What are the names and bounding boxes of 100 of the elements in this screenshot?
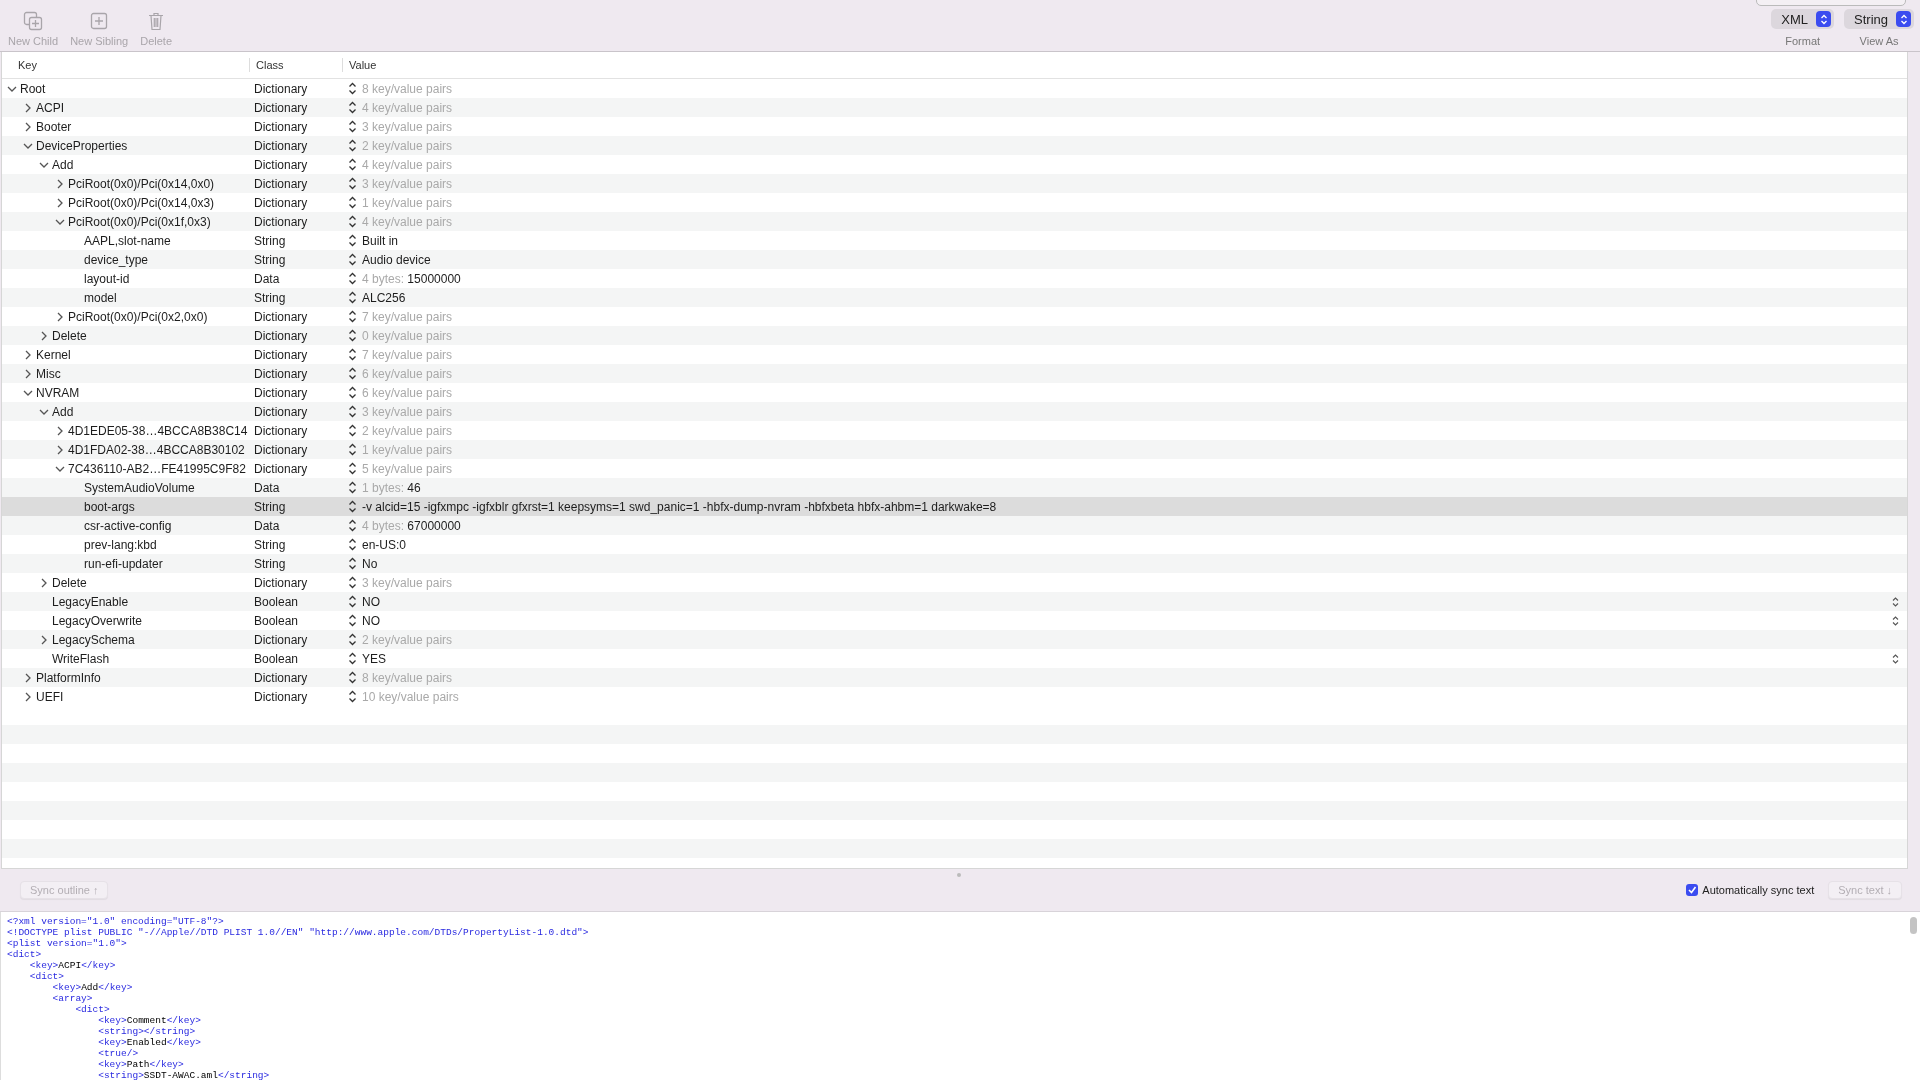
outline-row[interactable]: ACPI Dictionary 4 key/value pairs xyxy=(2,98,1907,117)
class-text: String xyxy=(254,556,286,571)
outline-row[interactable]: prev-lang:kbd String en-US:0 xyxy=(2,535,1907,554)
popup-button[interactable]: XML xyxy=(1771,9,1835,29)
chevron-right-icon[interactable] xyxy=(55,311,65,322)
outline-row[interactable]: PciRoot(0x0)/Pci(0x2,0x0) Dictionary 7 key/value pairs xyxy=(2,307,1907,326)
column-header[interactable]: Class xyxy=(249,58,342,72)
chevron-right-icon[interactable] xyxy=(23,691,33,702)
stepper-icon[interactable] xyxy=(347,215,357,228)
outline-row[interactable]: UEFI Dictionary 10 key/value pairs xyxy=(2,687,1907,706)
stepper-icon[interactable] xyxy=(347,614,357,627)
popup-arrows-icon[interactable] xyxy=(1892,653,1899,664)
stepper-icon[interactable] xyxy=(347,348,357,361)
outline-row[interactable]: 4D1EDE05-38…4BCCA8B38C14 Dictionary 2 key/value pairs xyxy=(2,421,1907,440)
stepper-icon[interactable] xyxy=(347,253,357,266)
outline-row[interactable]: csr-active-config Data 4 bytes: 67000000 xyxy=(2,516,1907,535)
stepper-icon[interactable] xyxy=(347,443,357,456)
outline-row[interactable]: Delete Dictionary 3 key/value pairs xyxy=(2,573,1907,592)
stepper-icon[interactable] xyxy=(347,519,357,532)
stepper-icon[interactable] xyxy=(347,82,357,95)
stepper-icon[interactable] xyxy=(347,405,357,418)
outline-row[interactable]: LegacyEnable Boolean NO xyxy=(2,592,1907,611)
chevron-right-icon[interactable] xyxy=(55,197,65,208)
stepper-icon[interactable] xyxy=(347,367,357,380)
outline-row[interactable]: 4D1FDA02-38…4BCCA8B30102 Dictionary 1 key/value pairs xyxy=(2,440,1907,459)
outline-row[interactable]: Delete Dictionary 0 key/value pairs xyxy=(2,326,1907,345)
outline-row[interactable]: device_type String Audio device xyxy=(2,250,1907,269)
stepper-icon[interactable] xyxy=(347,557,357,570)
stepper-icon[interactable] xyxy=(347,329,357,342)
stepper-icon[interactable] xyxy=(347,177,357,190)
stepper-icon[interactable] xyxy=(347,101,357,114)
chevron-right-icon[interactable] xyxy=(23,672,33,683)
outline-row[interactable]: PlatformInfo Dictionary 8 key/value pairs xyxy=(2,668,1907,687)
split-handle[interactable] xyxy=(957,873,961,877)
outline-row[interactable]: AAPL,slot-name String Built in xyxy=(2,231,1907,250)
key-text: Booter xyxy=(36,119,72,134)
value-text: 5 key/value pairs xyxy=(362,461,453,476)
outline-row[interactable]: Add Dictionary 3 key/value pairs xyxy=(2,402,1907,421)
stepper-icon[interactable] xyxy=(347,234,357,247)
outline-row[interactable]: model String ALC256 xyxy=(2,288,1907,307)
stepper-icon[interactable] xyxy=(347,196,357,209)
stepper-icon[interactable] xyxy=(347,481,357,494)
outline-row[interactable]: WriteFlash Boolean YES xyxy=(2,649,1907,668)
outline-row[interactable]: LegacyOverwrite Boolean NO xyxy=(2,611,1907,630)
key-text: Root xyxy=(20,81,46,96)
stepper-icon[interactable] xyxy=(347,633,357,646)
value-text: 6 key/value pairs xyxy=(362,385,453,400)
stepper-icon[interactable] xyxy=(347,462,357,475)
popup-arrows-icon[interactable] xyxy=(1892,615,1899,626)
popup-button[interactable]: String xyxy=(1844,9,1914,29)
popup-arrows-icon[interactable] xyxy=(1892,596,1899,607)
stepper-icon[interactable] xyxy=(347,386,357,399)
checkbox[interactable] xyxy=(1686,884,1699,896)
chevron-right-icon[interactable] xyxy=(55,444,65,455)
chevron-right-icon[interactable] xyxy=(39,577,49,588)
stepper-icon[interactable] xyxy=(347,576,357,589)
stepper-icon[interactable] xyxy=(347,652,357,665)
stepper-icon[interactable] xyxy=(347,272,357,285)
stepper-icon[interactable] xyxy=(347,139,357,152)
outline-row[interactable]: SystemAudioVolume Data 1 bytes: 46 xyxy=(2,478,1907,497)
outline-row[interactable]: PciRoot(0x0)/Pci(0x14,0x3) Dictionary 1 key/value pairs xyxy=(2,193,1907,212)
stepper-icon[interactable] xyxy=(347,671,357,684)
outline-row[interactable]: boot-args String -v alcid=15 -igfxmpc -igfxblr gfxrst=1 keepsyms=1 swd_panic=1 -hbfx-dump-nvram -hbfxbeta hbfx-ahbm=1 darkwake=8 xyxy=(2,497,1907,516)
chevron-right-icon[interactable] xyxy=(23,368,33,379)
stepper-icon[interactable] xyxy=(347,158,357,171)
code-line: <true/> xyxy=(97,1048,139,1059)
chevron-right-icon[interactable] xyxy=(39,330,49,341)
outline-row[interactable]: NVRAM Dictionary 6 key/value pairs xyxy=(2,383,1907,402)
outline-row[interactable]: Misc Dictionary 6 key/value pairs xyxy=(2,364,1907,383)
outline-row[interactable]: layout-id Data 4 bytes: 15000000 xyxy=(2,269,1907,288)
outline-row[interactable]: run-efi-updater String No xyxy=(2,554,1907,573)
stepper-icon[interactable] xyxy=(347,310,357,323)
chevron-right-icon[interactable] xyxy=(23,349,33,360)
stepper-icon[interactable] xyxy=(347,538,357,551)
column-header[interactable]: Value xyxy=(342,58,377,72)
class-text: Dictionary xyxy=(254,385,308,400)
chevron-right-icon[interactable] xyxy=(23,102,33,113)
chevron-right-icon[interactable] xyxy=(55,178,65,189)
chevron-right-icon[interactable] xyxy=(55,425,65,436)
column-header[interactable]: Key xyxy=(2,58,249,72)
chevron-right-icon[interactable] xyxy=(39,634,49,645)
stepper-icon xyxy=(1819,13,1828,25)
outline-row[interactable]: Root Dictionary 8 key/value pairs xyxy=(2,79,1907,98)
value-text: -v alcid=15 -igfxmpc -igfxblr gfxrst=1 keepsyms=1 swd_panic=1 -hbfx-dump-nvram -hbfxbeta hbfx-ahbm=1 darkwake=8 xyxy=(362,499,997,514)
outline-row[interactable]: Add Dictionary 4 key/value pairs xyxy=(2,155,1907,174)
chevron-right-icon[interactable] xyxy=(23,121,33,132)
outline-row[interactable]: PciRoot(0x0)/Pci(0x1f,0x3) Dictionary 4 key/value pairs xyxy=(2,212,1907,231)
outline-row[interactable]: PciRoot(0x0)/Pci(0x14,0x0) Dictionary 3 key/value pairs xyxy=(2,174,1907,193)
scrollbar-thumb[interactable] xyxy=(1910,917,1917,934)
stepper-icon[interactable] xyxy=(347,424,357,437)
outline-row[interactable]: LegacySchema Dictionary 2 key/value pairs xyxy=(2,630,1907,649)
outline-row[interactable]: DeviceProperties Dictionary 2 key/value pairs xyxy=(2,136,1907,155)
stepper-icon[interactable] xyxy=(347,500,357,513)
outline-row[interactable]: 7C436110-AB2…FE41995C9F82 Dictionary 5 key/value pairs xyxy=(2,459,1907,478)
outline-row[interactable]: Booter Dictionary 3 key/value pairs xyxy=(2,117,1907,136)
stepper-icon[interactable] xyxy=(347,291,357,304)
stepper-icon[interactable] xyxy=(347,120,357,133)
stepper-icon[interactable] xyxy=(347,690,357,703)
stepper-icon[interactable] xyxy=(347,595,357,608)
outline-row[interactable]: Kernel Dictionary 7 key/value pairs xyxy=(2,345,1907,364)
